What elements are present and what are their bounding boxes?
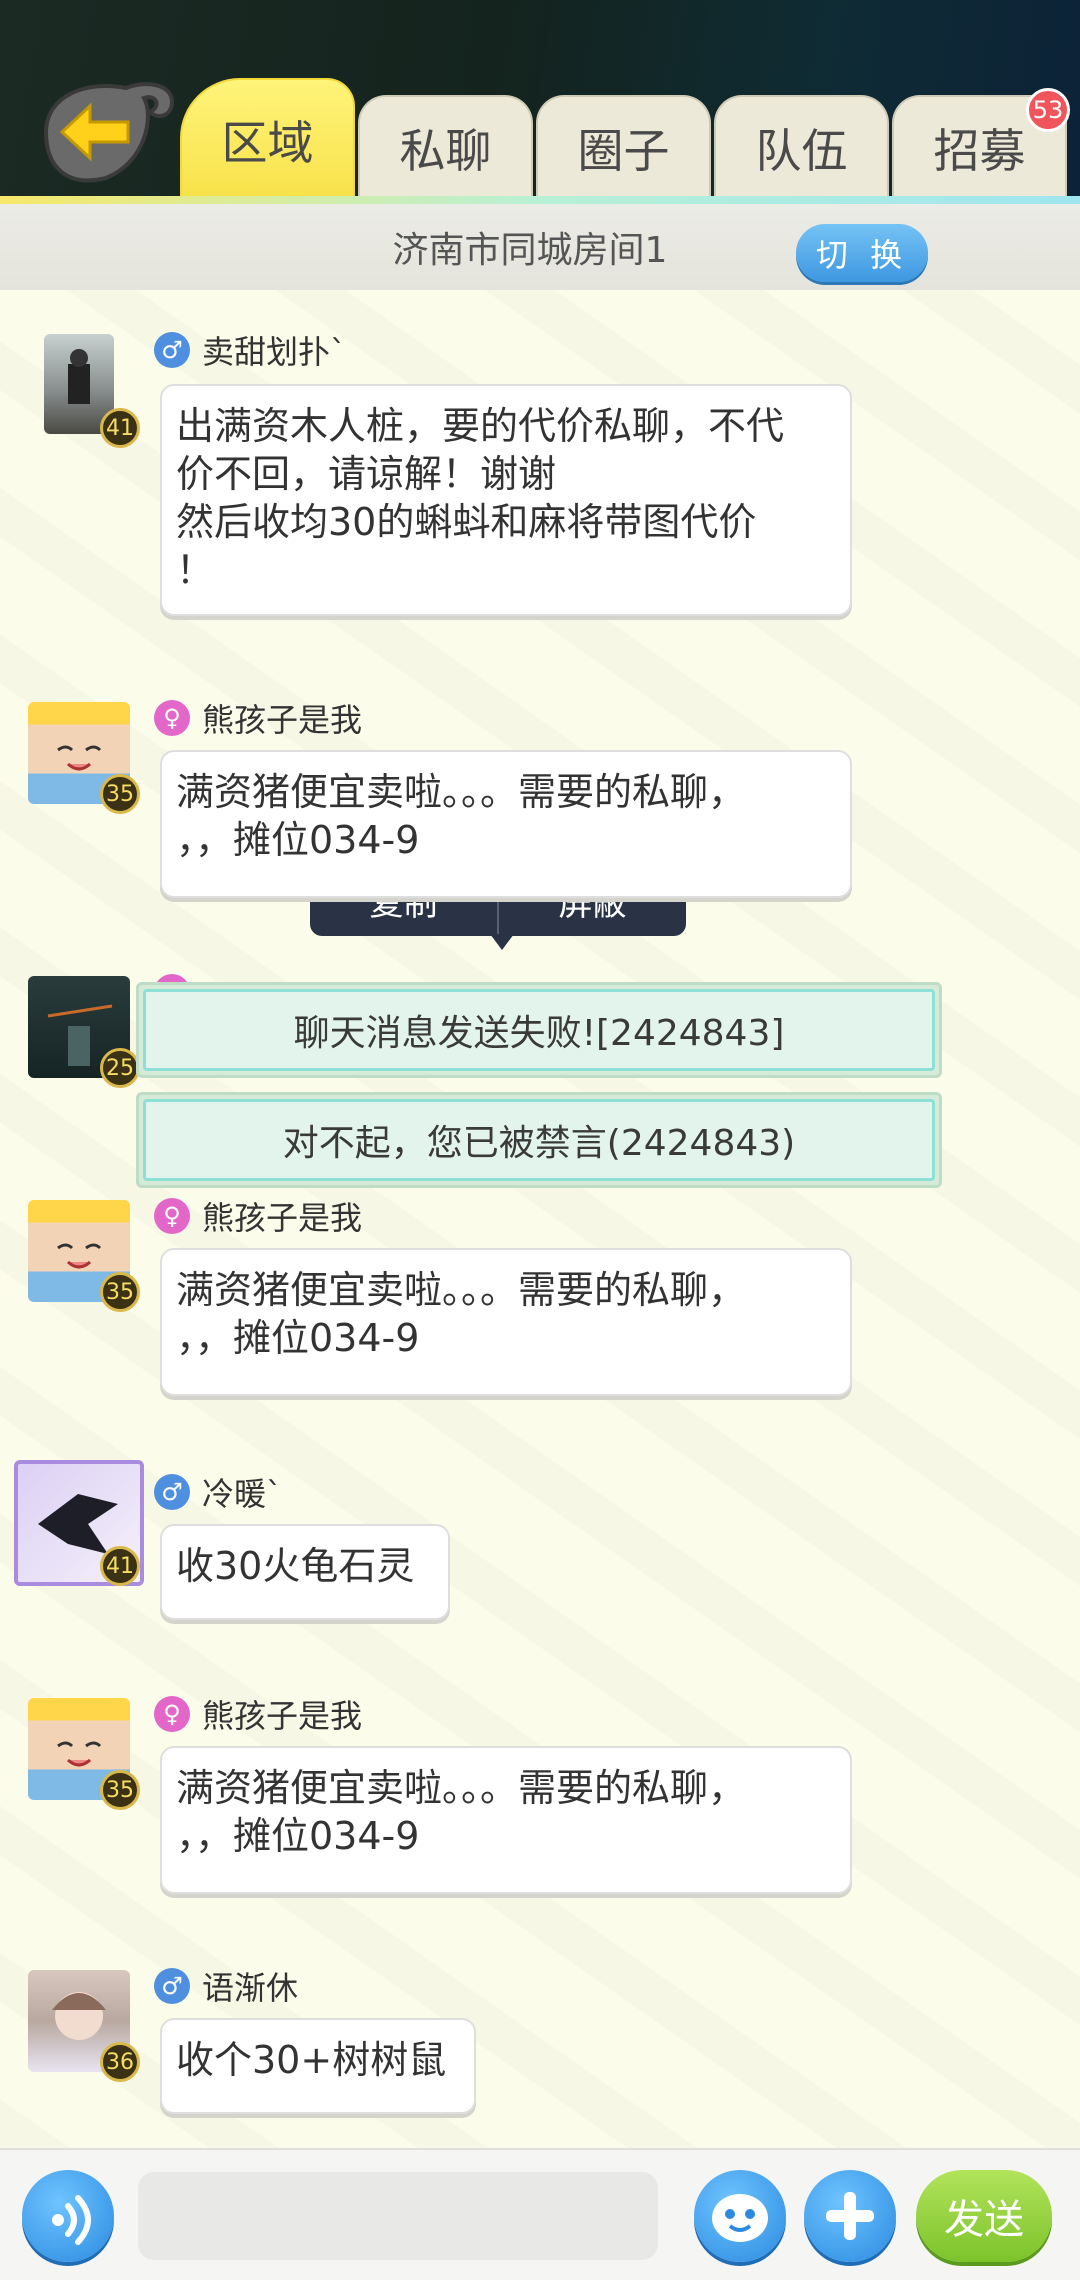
sender-name[interactable]: 熊孩子是我 [202,695,362,741]
level-badge: 41 [100,408,140,448]
tab-region[interactable]: 区域 [180,78,355,199]
tabs-underline [0,196,1080,204]
tab-label: 圈子 [577,124,670,178]
level-badge: 25 [100,1048,140,1088]
toast-text: 对不起，您已被禁言(2424843) [143,1099,935,1181]
male-icon: ♂ [154,1968,190,2004]
plus-icon [826,2192,874,2240]
sender-row: ♀ 熊孩子是我 [154,1691,362,1737]
room-title: 济南市同城房间1 [392,230,668,271]
switch-room-button[interactable]: 切 换 [796,224,928,282]
female-icon: ♀ [154,1696,190,1732]
toast-text: 聊天消息发送失败![2424843] [143,989,935,1071]
room-bar: 济南市同城房间1 切 换 [0,204,1080,290]
message-bubble[interactable]: 收个30+树树鼠 [160,2018,476,2114]
top-bar: 区域 私聊 圈子 队伍 招募 53 [0,0,1080,200]
message-bubble[interactable]: 满资猪便宜卖啦。。。需要的私聊， ，，摊位034-9 [160,1746,852,1894]
sender-row: ♀ 熊孩子是我 [154,1193,362,1239]
context-menu-pointer [490,934,514,950]
male-icon: ♂ [154,332,190,368]
input-bar: 发送 [0,2148,1080,2280]
tab-team[interactable]: 队伍 [714,95,889,199]
sender-name[interactable]: 熊孩子是我 [202,1691,362,1737]
emoji-button[interactable] [694,2170,786,2262]
sender-row: ♂ 冷暖` [154,1469,282,1515]
muted-toast: 对不起，您已被禁言(2424843) [136,1092,942,1188]
tab-label: 私聊 [399,124,492,178]
sender-name[interactable]: 熊孩子是我 [202,1193,362,1239]
level-badge: 35 [100,774,140,814]
tab-label: 区域 [221,115,314,170]
send-button[interactable]: 发送 [916,2170,1052,2262]
level-badge: 35 [100,1272,140,1312]
voice-icon [52,2195,91,2245]
message-bubble[interactable]: 满资猪便宜卖啦。。。需要的私聊， ，，摊位034-9 [160,750,852,898]
male-icon: ♂ [154,1474,190,1510]
message-bubble[interactable]: 出满资木人桩，要的代价私聊，不代 价不回，请谅解！谢谢 然后收均30的蝌蚪和麻将… [160,384,852,616]
emoji-icon [712,2194,768,2242]
female-icon: ♀ [154,700,190,736]
tab-label: 招募 [933,124,1026,178]
message-bubble[interactable]: 收30火龟石灵 [160,1524,450,1620]
sender-row: ♀ 熊孩子是我 [154,695,362,741]
tab-circle[interactable]: 圈子 [536,95,711,199]
sender-name[interactable]: 卖甜划扑` [202,327,346,373]
sender-name[interactable]: 冷暖` [202,1469,282,1515]
sender-name[interactable]: 语渐休 [202,1963,298,2009]
error-toast: 聊天消息发送失败![2424843] [136,982,942,1078]
recruit-unread-badge: 53 [1026,88,1070,132]
tab-label: 队伍 [755,124,848,178]
add-button[interactable] [804,2170,896,2262]
sender-row: ♂ 语渐休 [154,1963,298,2009]
level-badge: 35 [100,1770,140,1810]
tab-private-chat[interactable]: 私聊 [358,95,533,199]
back-arrow-icon [43,82,175,183]
message-input[interactable] [138,2172,658,2260]
sender-row: ♂ 卖甜划扑` [154,327,346,373]
back-button[interactable] [26,76,176,188]
level-badge: 36 [100,2042,140,2082]
voice-button[interactable] [22,2170,114,2262]
female-icon: ♀ [154,1198,190,1234]
level-badge: 41 [100,1546,140,1586]
message-bubble[interactable]: 满资猪便宜卖啦。。。需要的私聊， ，，摊位034-9 [160,1248,852,1396]
chat-list[interactable]: 41 ♂ 卖甜划扑` 出满资木人桩，要的代价私聊，不代 价不回，请谅解！谢谢 然… [0,290,1080,2148]
